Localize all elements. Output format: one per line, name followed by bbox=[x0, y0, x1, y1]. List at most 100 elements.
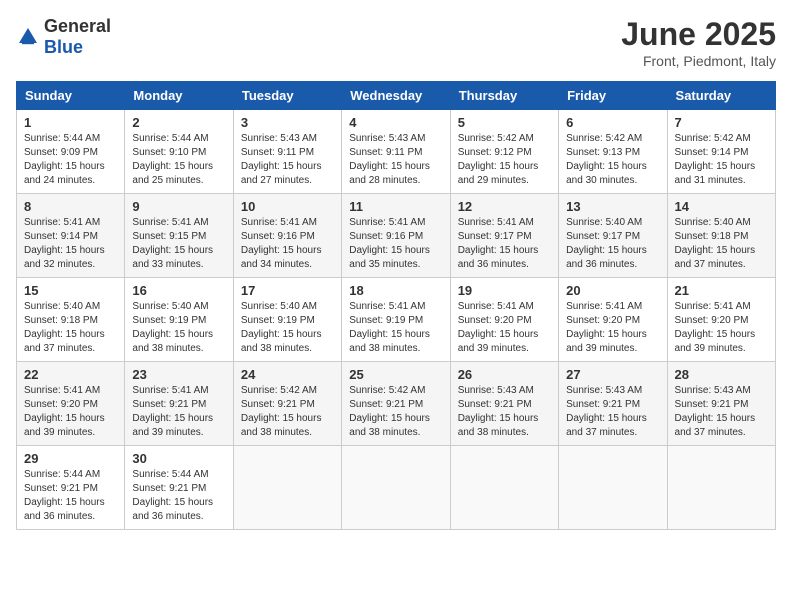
day-details: Sunrise: 5:41 AMSunset: 9:17 PMDaylight:… bbox=[458, 216, 551, 272]
page-header: General Blue June 2025 Front, Piedmont, … bbox=[16, 16, 776, 69]
calendar-cell: 14Sunrise: 5:40 AMSunset: 9:18 PMDayligh… bbox=[667, 194, 775, 278]
generalblue-logo-icon bbox=[16, 25, 40, 49]
day-details: Sunrise: 5:41 AMSunset: 9:16 PMDaylight:… bbox=[241, 216, 334, 272]
day-details: Sunrise: 5:43 AMSunset: 9:21 PMDaylight:… bbox=[566, 384, 659, 440]
day-details: Sunrise: 5:43 AMSunset: 9:11 PMDaylight:… bbox=[349, 132, 442, 188]
calendar-cell: 25 Sunrise: 5:42 AMSunset: 9:21 PMDayligh… bbox=[342, 362, 450, 446]
calendar-cell: 4 Sunrise: 5:43 AMSunset: 9:11 PMDaylight… bbox=[342, 110, 450, 194]
day-details: Sunrise: 5:43 AMSunset: 9:21 PMDaylight:… bbox=[458, 384, 551, 440]
day-details: Sunrise: 5:42 AMSunset: 9:13 PMDaylight:… bbox=[566, 132, 659, 188]
day-details: Sunrise: 5:40 AMSunset: 9:17 PMDaylight:… bbox=[566, 216, 659, 272]
day-header-saturday: Saturday bbox=[667, 82, 775, 110]
day-header-friday: Friday bbox=[559, 82, 667, 110]
calendar-header-row: SundayMondayTuesdayWednesdayThursdayFrid… bbox=[17, 82, 776, 110]
day-details: Sunrise: 5:40 AMSunset: 9:19 PMDaylight:… bbox=[241, 300, 334, 356]
day-header-wednesday: Wednesday bbox=[342, 82, 450, 110]
calendar-cell bbox=[450, 446, 558, 530]
calendar-cell: 28Sunrise: 5:43 AMSunset: 9:21 PMDayligh… bbox=[667, 362, 775, 446]
title-area: June 2025 Front, Piedmont, Italy bbox=[621, 16, 776, 69]
calendar-cell bbox=[559, 446, 667, 530]
day-number: 3 bbox=[241, 115, 334, 130]
calendar-cell bbox=[342, 446, 450, 530]
location-subtitle: Front, Piedmont, Italy bbox=[621, 53, 776, 69]
day-header-sunday: Sunday bbox=[17, 82, 125, 110]
calendar-cell: 26 Sunrise: 5:43 AMSunset: 9:21 PMDayligh… bbox=[450, 362, 558, 446]
day-details: Sunrise: 5:44 AMSunset: 9:09 PMDaylight:… bbox=[24, 132, 117, 188]
day-number: 22 bbox=[24, 367, 117, 382]
calendar-cell: 24Sunrise: 5:42 AMSunset: 9:21 PMDayligh… bbox=[233, 362, 341, 446]
day-details: Sunrise: 5:41 AMSunset: 9:15 PMDaylight:… bbox=[132, 216, 225, 272]
day-details: Sunrise: 5:41 AMSunset: 9:20 PMDaylight:… bbox=[24, 384, 117, 440]
calendar-cell bbox=[233, 446, 341, 530]
calendar-cell: 2 Sunrise: 5:44 AMSunset: 9:10 PMDaylight… bbox=[125, 110, 233, 194]
day-number: 17 bbox=[241, 283, 334, 298]
day-details: Sunrise: 5:42 AMSunset: 9:21 PMDaylight:… bbox=[349, 384, 442, 440]
day-number: 8 bbox=[24, 199, 117, 214]
day-details: Sunrise: 5:41 AMSunset: 9:21 PMDaylight:… bbox=[132, 384, 225, 440]
day-details: Sunrise: 5:40 AMSunset: 9:18 PMDaylight:… bbox=[24, 300, 117, 356]
month-title: June 2025 bbox=[621, 16, 776, 53]
calendar-cell: 21Sunrise: 5:41 AMSunset: 9:20 PMDayligh… bbox=[667, 278, 775, 362]
day-details: Sunrise: 5:44 AMSunset: 9:21 PMDaylight:… bbox=[24, 468, 117, 524]
day-number: 23 bbox=[132, 367, 225, 382]
day-number: 11 bbox=[349, 199, 442, 214]
calendar-cell: 17 Sunrise: 5:40 AMSunset: 9:19 PMDayligh… bbox=[233, 278, 341, 362]
calendar-cell: 5 Sunrise: 5:42 AMSunset: 9:12 PMDaylight… bbox=[450, 110, 558, 194]
logo-general-text: General bbox=[44, 16, 111, 36]
day-number: 19 bbox=[458, 283, 551, 298]
day-number: 24 bbox=[241, 367, 334, 382]
day-number: 29 bbox=[24, 451, 117, 466]
day-number: 5 bbox=[458, 115, 551, 130]
calendar-cell: 3 Sunrise: 5:43 AMSunset: 9:11 PMDaylight… bbox=[233, 110, 341, 194]
day-details: Sunrise: 5:41 AMSunset: 9:14 PMDaylight:… bbox=[24, 216, 117, 272]
day-details: Sunrise: 5:41 AMSunset: 9:19 PMDaylight:… bbox=[349, 300, 442, 356]
calendar-cell: 22 Sunrise: 5:41 AMSunset: 9:20 PMDayligh… bbox=[17, 362, 125, 446]
day-number: 1 bbox=[24, 115, 117, 130]
day-header-thursday: Thursday bbox=[450, 82, 558, 110]
calendar-cell: 1 Sunrise: 5:44 AMSunset: 9:09 PMDaylight… bbox=[17, 110, 125, 194]
day-details: Sunrise: 5:42 AMSunset: 9:12 PMDaylight:… bbox=[458, 132, 551, 188]
calendar-cell: 10 Sunrise: 5:41 AMSunset: 9:16 PMDayligh… bbox=[233, 194, 341, 278]
calendar-cell bbox=[667, 446, 775, 530]
calendar-cell: 8 Sunrise: 5:41 AMSunset: 9:14 PMDaylight… bbox=[17, 194, 125, 278]
day-number: 21 bbox=[675, 283, 768, 298]
day-number: 30 bbox=[132, 451, 225, 466]
day-details: Sunrise: 5:40 AMSunset: 9:18 PMDaylight:… bbox=[675, 216, 768, 272]
calendar-cell: 20Sunrise: 5:41 AMSunset: 9:20 PMDayligh… bbox=[559, 278, 667, 362]
logo-blue-text: Blue bbox=[44, 37, 83, 57]
day-number: 10 bbox=[241, 199, 334, 214]
day-details: Sunrise: 5:41 AMSunset: 9:20 PMDaylight:… bbox=[566, 300, 659, 356]
calendar-cell: 18 Sunrise: 5:41 AMSunset: 9:19 PMDayligh… bbox=[342, 278, 450, 362]
day-number: 18 bbox=[349, 283, 442, 298]
day-header-monday: Monday bbox=[125, 82, 233, 110]
calendar-cell: 6 Sunrise: 5:42 AMSunset: 9:13 PMDaylight… bbox=[559, 110, 667, 194]
calendar-cell: 11Sunrise: 5:41 AMSunset: 9:16 PMDayligh… bbox=[342, 194, 450, 278]
day-details: Sunrise: 5:42 AMSunset: 9:14 PMDaylight:… bbox=[675, 132, 768, 188]
calendar-week-row: 22 Sunrise: 5:41 AMSunset: 9:20 PMDayligh… bbox=[17, 362, 776, 446]
day-number: 16 bbox=[132, 283, 225, 298]
day-number: 27 bbox=[566, 367, 659, 382]
day-number: 4 bbox=[349, 115, 442, 130]
calendar-cell: 27 Sunrise: 5:43 AMSunset: 9:21 PMDayligh… bbox=[559, 362, 667, 446]
day-number: 15 bbox=[24, 283, 117, 298]
calendar-week-row: 15 Sunrise: 5:40 AMSunset: 9:18 PMDayligh… bbox=[17, 278, 776, 362]
day-details: Sunrise: 5:40 AMSunset: 9:19 PMDaylight:… bbox=[132, 300, 225, 356]
day-details: Sunrise: 5:44 AMSunset: 9:10 PMDaylight:… bbox=[132, 132, 225, 188]
day-number: 26 bbox=[458, 367, 551, 382]
calendar-cell: 23 Sunrise: 5:41 AMSunset: 9:21 PMDayligh… bbox=[125, 362, 233, 446]
day-number: 28 bbox=[675, 367, 768, 382]
day-number: 25 bbox=[349, 367, 442, 382]
day-number: 9 bbox=[132, 199, 225, 214]
day-number: 12 bbox=[458, 199, 551, 214]
day-number: 2 bbox=[132, 115, 225, 130]
day-number: 6 bbox=[566, 115, 659, 130]
day-details: Sunrise: 5:43 AMSunset: 9:11 PMDaylight:… bbox=[241, 132, 334, 188]
calendar-cell: 7Sunrise: 5:42 AMSunset: 9:14 PMDaylight… bbox=[667, 110, 775, 194]
calendar-cell: 16 Sunrise: 5:40 AMSunset: 9:19 PMDayligh… bbox=[125, 278, 233, 362]
calendar-cell: 13 Sunrise: 5:40 AMSunset: 9:17 PMDayligh… bbox=[559, 194, 667, 278]
calendar-cell: 30Sunrise: 5:44 AMSunset: 9:21 PMDayligh… bbox=[125, 446, 233, 530]
calendar-week-row: 8 Sunrise: 5:41 AMSunset: 9:14 PMDaylight… bbox=[17, 194, 776, 278]
calendar-cell: 9 Sunrise: 5:41 AMSunset: 9:15 PMDaylight… bbox=[125, 194, 233, 278]
day-number: 13 bbox=[566, 199, 659, 214]
calendar-cell: 19Sunrise: 5:41 AMSunset: 9:20 PMDayligh… bbox=[450, 278, 558, 362]
